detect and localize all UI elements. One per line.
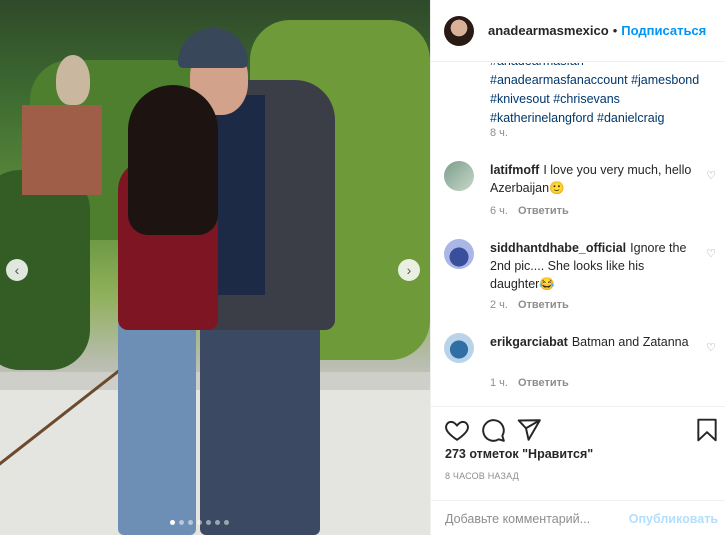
carousel-dot: [179, 520, 184, 525]
comment-username[interactable]: latifmoff: [490, 163, 539, 177]
avatar[interactable]: [444, 161, 474, 191]
caption-hashtag-truncated[interactable]: #anadearmasfan: [490, 63, 710, 71]
post-actions: 273 отметок "Нравится" 8 ЧАСОВ НАЗАД Опу…: [431, 406, 725, 535]
comment-meta: 6 ч. Ответить: [490, 205, 569, 217]
comment-username[interactable]: siddhantdhabe_official: [490, 241, 626, 255]
comment-timestamp: 1 ч.: [490, 377, 508, 389]
post-side-panel: anadearmasmexico • Подписаться #anadearm…: [430, 0, 725, 535]
baseball-cap: [178, 28, 248, 68]
pillar-cap: [56, 55, 90, 105]
comments-list[interactable]: #anadearmasfan #anadearmasfanaccount #ja…: [431, 63, 725, 405]
comment-item: latifmoff I love you very much, hello Aze…: [444, 161, 716, 221]
chevron-right-icon[interactable]: ›: [398, 259, 420, 281]
carousel-dot: [224, 520, 229, 525]
carousel-dot: [188, 520, 193, 525]
carousel-dot: [215, 520, 220, 525]
action-icons: [444, 417, 717, 443]
pillar-base: [22, 105, 102, 195]
carousel-dots: [170, 520, 229, 525]
avatar[interactable]: [444, 15, 474, 46]
comment-meta: 1 ч. Ответить: [490, 377, 569, 389]
comment-item: erikgarciabat Batman and Zatanna 1 ч. Отве…: [444, 333, 716, 393]
comment-timestamp: 2 ч.: [490, 299, 508, 311]
post-photo[interactable]: ‹ ›: [0, 0, 430, 535]
publish-button[interactable]: Опубликовать: [629, 512, 718, 526]
bookmark-icon[interactable]: [694, 417, 720, 443]
carousel-dot: [170, 520, 175, 525]
reply-button[interactable]: Ответить: [518, 377, 569, 389]
separator-dot: •: [612, 23, 618, 38]
comment-input[interactable]: [445, 509, 625, 529]
heart-icon[interactable]: ♡: [706, 341, 716, 354]
avatar[interactable]: [444, 239, 474, 269]
man-jeans: [200, 300, 320, 535]
carousel-dot: [206, 520, 211, 525]
caption-hashtags-line[interactable]: #katherinelangford #danielcraig: [490, 111, 664, 125]
post-caption: #anadearmasfan #anadearmasfanaccount #ja…: [490, 63, 710, 128]
woman-jeans: [118, 320, 196, 535]
reply-button[interactable]: Ответить: [518, 205, 569, 217]
post-header: anadearmasmexico • Подписаться: [431, 0, 725, 62]
caption-hashtags-line[interactable]: #anadearmasfanaccount #jamesbond: [490, 73, 699, 87]
woman-hair: [128, 85, 218, 235]
caption-timestamp: 8 ч.: [490, 127, 508, 139]
stone-pillar: [12, 55, 102, 195]
post-username[interactable]: anadearmasmexico: [488, 23, 609, 38]
comment-body: siddhantdhabe_official Ignore the 2nd pic…: [490, 239, 696, 293]
post-timestamp: 8 ЧАСОВ НАЗАД: [445, 471, 519, 481]
comment-item: siddhantdhabe_official Ignore the 2nd pic…: [444, 239, 716, 319]
caption-hashtags-line[interactable]: #knivesout #chrisevans: [490, 92, 620, 106]
comment-body: erikgarciabat Batman and Zatanna: [490, 333, 696, 351]
heart-icon[interactable]: ♡: [706, 247, 716, 260]
comment-body: latifmoff I love you very much, hello Aze…: [490, 161, 696, 197]
reply-button[interactable]: Ответить: [518, 299, 569, 311]
comment-timestamp: 6 ч.: [490, 205, 508, 217]
heart-icon[interactable]: [444, 417, 470, 443]
follow-button[interactable]: Подписаться: [621, 23, 706, 38]
likes-count[interactable]: 273 отметок "Нравится": [445, 447, 593, 461]
comment-username[interactable]: erikgarciabat: [490, 335, 568, 349]
comment-icon[interactable]: [480, 417, 506, 443]
carousel-dot: [197, 520, 202, 525]
heart-icon[interactable]: ♡: [706, 169, 716, 182]
man-shirt: [215, 95, 265, 295]
add-comment-bar: Опубликовать: [431, 500, 725, 535]
avatar[interactable]: [444, 333, 474, 363]
chevron-left-icon[interactable]: ‹: [6, 259, 28, 281]
paper-plane-icon[interactable]: [516, 417, 542, 443]
comment-text: Batman and Zatanna: [571, 335, 689, 349]
comment-meta: 2 ч. Ответить: [490, 299, 569, 311]
